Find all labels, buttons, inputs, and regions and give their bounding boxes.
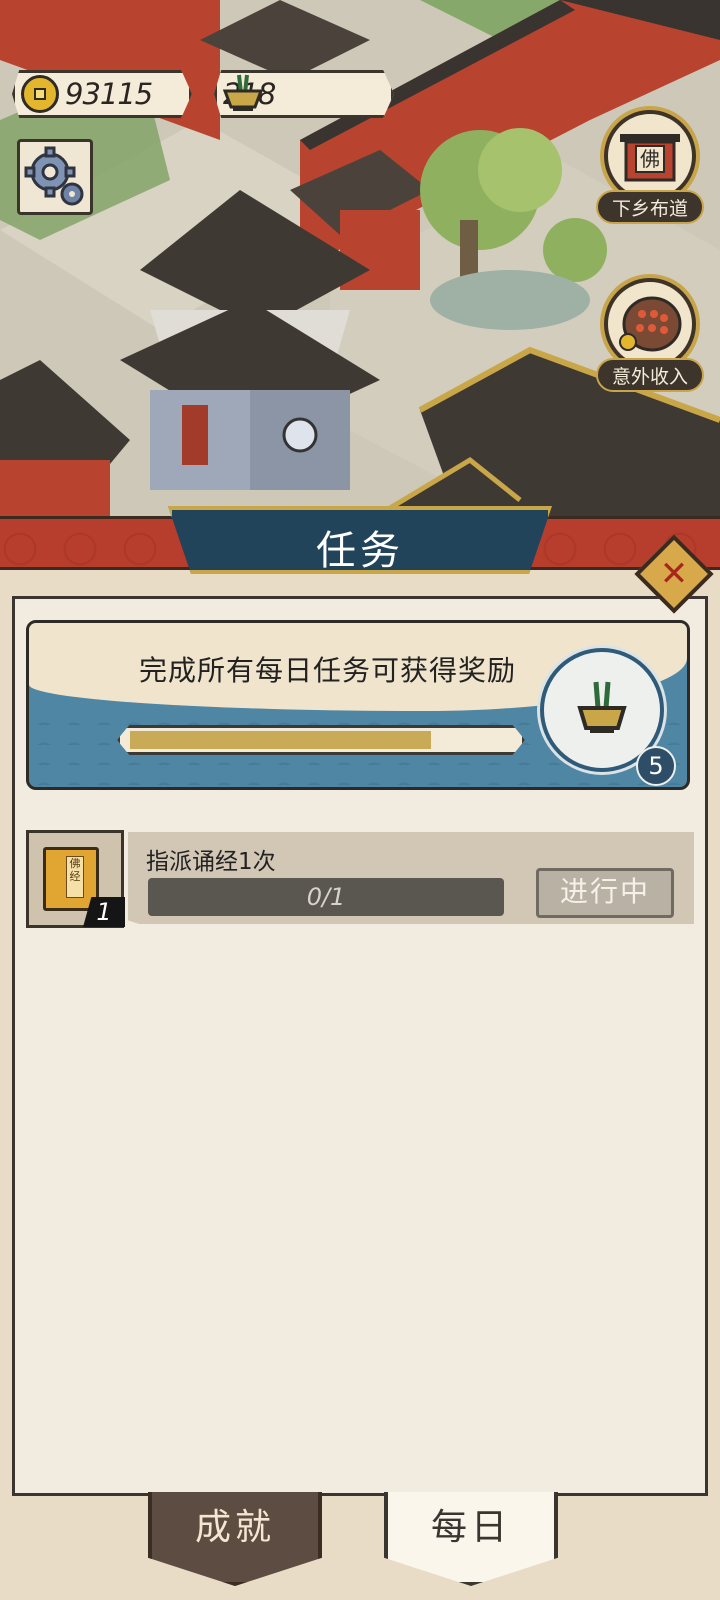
settings-button[interactable] [17, 139, 93, 215]
page-title: 任务 [316, 528, 404, 574]
reward-description: 完成所有每日任务可获得奖励 [139, 654, 517, 687]
reward-progress-bar [117, 725, 525, 755]
reward-count-badge: 5 [636, 746, 676, 786]
incense-counter: 218 [214, 70, 394, 118]
task-status-button[interactable]: 进行中 [536, 868, 674, 918]
gate-plaque-char: 佛 [640, 147, 660, 171]
task-row: 佛 经 1 指派诵经1次 0/1 进行中 [26, 830, 694, 928]
close-icon: ✕ [659, 554, 689, 594]
gear-icon [24, 146, 84, 206]
yiwai-label: 意外收入 [596, 358, 704, 392]
task-icon-frame: 佛 经 1 [26, 830, 125, 928]
yiwai-button[interactable]: 意外收入 [596, 278, 704, 402]
coin-counter: 93115 [12, 70, 192, 118]
xiaxiang-button[interactable]: 佛 下乡布道 [596, 110, 704, 234]
coin-icon [21, 75, 59, 113]
temple-scene[interactable]: 93115 218 佛 [0, 0, 720, 540]
book-char-2: 经 [69, 870, 81, 883]
task-name: 指派诵经1次 [146, 849, 276, 875]
tab-achievement[interactable]: 成就 [148, 1492, 322, 1586]
temple-gate-icon: 佛 [604, 110, 696, 202]
tab-daily[interactable]: 每日 [384, 1492, 558, 1586]
task-body: 指派诵经1次 0/1 进行中 [128, 832, 694, 924]
incense-burner-icon [222, 74, 264, 111]
title-plaque: 任务 [168, 506, 552, 574]
abacus-icon [604, 278, 696, 370]
book-char-1: 佛 [69, 857, 81, 870]
xiaxiang-label: 下乡布道 [596, 190, 704, 224]
reward-progress-fill [130, 731, 431, 749]
coin-value: 93115 [65, 77, 153, 111]
task-progress-bar: 0/1 [148, 878, 504, 916]
